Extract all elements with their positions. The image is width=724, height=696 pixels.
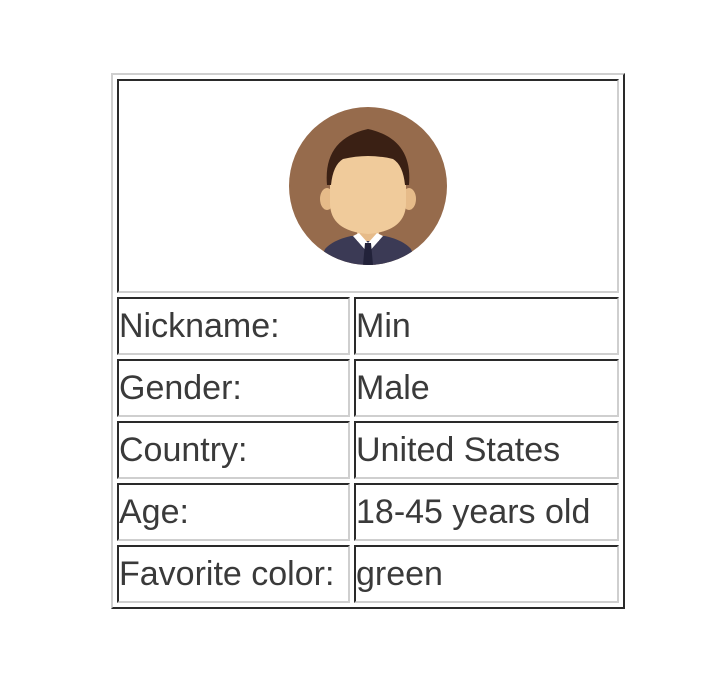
table-row: Favorite color: green <box>117 545 619 603</box>
age-value: 18-45 years old <box>354 483 619 541</box>
gender-label: Gender: <box>117 359 350 417</box>
nickname-label: Nickname: <box>117 297 350 355</box>
profile-table: Nickname: Min Gender: Male Country: Unit… <box>111 73 625 609</box>
favorite-color-label: Favorite color: <box>117 545 350 603</box>
nickname-value: Min <box>354 297 619 355</box>
table-row: Age: 18-45 years old <box>117 483 619 541</box>
favorite-color-value: green <box>354 545 619 603</box>
age-label: Age: <box>117 483 350 541</box>
table-row: Country: United States <box>117 421 619 479</box>
avatar-row <box>117 79 619 293</box>
country-value: United States <box>354 421 619 479</box>
user-avatar-icon <box>289 107 447 265</box>
gender-value: Male <box>354 359 619 417</box>
table-row: Nickname: Min <box>117 297 619 355</box>
country-label: Country: <box>117 421 350 479</box>
table-row: Gender: Male <box>117 359 619 417</box>
avatar-cell <box>117 79 619 293</box>
